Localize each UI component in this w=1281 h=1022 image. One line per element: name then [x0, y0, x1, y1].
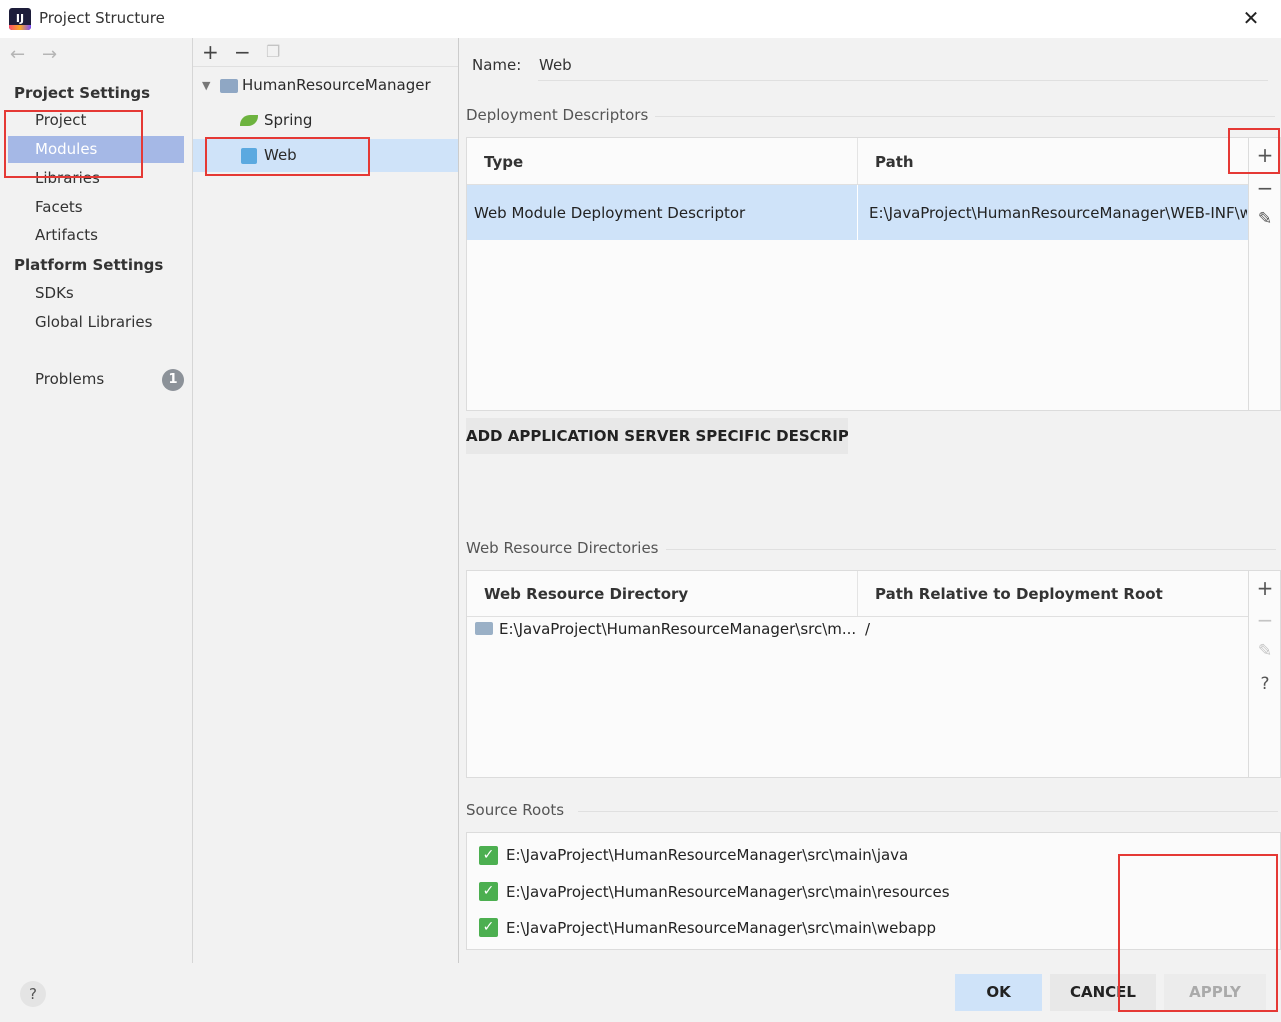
descriptor-path: E:\JavaProject\HumanResourceManager\WEB-… [869, 204, 1247, 222]
column-header-type[interactable]: Type [484, 153, 523, 171]
window-title: Project Structure [39, 9, 165, 27]
project-settings-heading: Project Settings [14, 84, 151, 102]
web-resource-directories-heading: Web Resource Directories [466, 539, 659, 557]
tree-item-spring[interactable]: Spring [193, 104, 458, 137]
deployment-descriptors-table [466, 137, 1281, 411]
remove-descriptor-icon[interactable]: − [1253, 176, 1277, 200]
help-button[interactable]: ? [20, 981, 46, 1007]
divider [1248, 571, 1249, 777]
highlight-box-modules [4, 110, 143, 178]
source-root-item: E:\JavaProject\HumanResourceManager\src\… [506, 846, 909, 864]
checkbox-icon[interactable]: ✓ [479, 882, 498, 901]
sidebar-item-problems[interactable]: Problems [8, 366, 184, 393]
divider [857, 571, 858, 616]
name-field-label: Name: [472, 56, 522, 74]
add-web-resource-icon[interactable]: + [1253, 576, 1277, 600]
sidebar-item-sdks[interactable]: SDKs [8, 280, 184, 307]
web-folder-icon [475, 622, 493, 635]
sidebar-item-artifacts[interactable]: Artifacts [8, 222, 184, 249]
column-header-relative-path[interactable]: Path Relative to Deployment Root [875, 585, 1163, 603]
highlight-box-add [1228, 128, 1280, 174]
web-resource-directory: E:\JavaProject\HumanResourceManager\src\… [499, 620, 857, 638]
add-icon[interactable]: + [202, 40, 219, 64]
column-header-path[interactable]: Path [875, 153, 914, 171]
tree-item-label: Spring [264, 111, 313, 129]
remove-web-resource-icon[interactable]: − [1253, 608, 1277, 632]
deployment-descriptors-heading: Deployment Descriptors [466, 106, 649, 124]
spring-leaf-icon [240, 115, 258, 126]
intellij-logo-icon: IJ [9, 8, 31, 30]
source-root-item: E:\JavaProject\HumanResourceManager\src\… [506, 883, 950, 901]
divider [857, 138, 858, 184]
forward-arrow-icon[interactable]: → [42, 44, 57, 65]
highlight-box-apply [1118, 854, 1278, 1012]
copy-icon[interactable]: ❐ [266, 42, 280, 61]
divider [666, 549, 1276, 550]
help-icon[interactable]: ? [1253, 674, 1277, 694]
back-arrow-icon[interactable]: ← [10, 44, 25, 65]
sidebar-item-global-libraries[interactable]: Global Libraries [8, 309, 184, 336]
edit-pencil-icon[interactable]: ✎ [1253, 641, 1277, 661]
module-folder-icon [220, 79, 238, 93]
relative-path: / [865, 620, 871, 638]
divider [193, 66, 458, 67]
add-server-descriptor-button[interactable]: ADD APPLICATION SERVER SPECIFIC DESCRIPT… [466, 418, 848, 454]
checkbox-icon[interactable]: ✓ [479, 846, 498, 865]
divider [655, 116, 1275, 117]
checkbox-icon[interactable]: ✓ [479, 918, 498, 937]
source-roots-heading: Source Roots [466, 801, 565, 819]
problems-count-badge: 1 [162, 369, 184, 391]
tree-item-root[interactable]: ▼ HumanResourceManager [193, 69, 458, 102]
name-field-underline [538, 80, 1268, 81]
highlight-box-web [205, 137, 370, 176]
edit-pencil-icon[interactable]: ✎ [1253, 209, 1277, 229]
table-row[interactable]: Web Module Deployment Descriptor E:\Java… [467, 185, 1248, 240]
title-bar [0, 0, 1281, 38]
chevron-down-icon[interactable]: ▼ [202, 69, 210, 102]
close-icon[interactable]: ✕ [1239, 7, 1263, 31]
remove-icon[interactable]: − [234, 40, 251, 64]
sidebar-item-facets[interactable]: Facets [8, 194, 184, 221]
module-tree-panel [193, 38, 458, 963]
divider [857, 185, 858, 240]
divider [1248, 138, 1249, 410]
ok-button[interactable]: OK [955, 974, 1042, 1011]
name-field[interactable]: Web [539, 56, 572, 74]
column-header-web-resource-directory[interactable]: Web Resource Directory [484, 585, 688, 603]
source-root-item: E:\JavaProject\HumanResourceManager\src\… [506, 919, 937, 937]
table-row[interactable]: E:\JavaProject\HumanResourceManager\src\… [467, 617, 1248, 643]
divider [458, 38, 459, 963]
descriptor-type: Web Module Deployment Descriptor [474, 204, 746, 222]
tree-item-label: HumanResourceManager [242, 76, 431, 94]
platform-settings-heading: Platform Settings [14, 256, 164, 274]
divider [578, 811, 1278, 812]
